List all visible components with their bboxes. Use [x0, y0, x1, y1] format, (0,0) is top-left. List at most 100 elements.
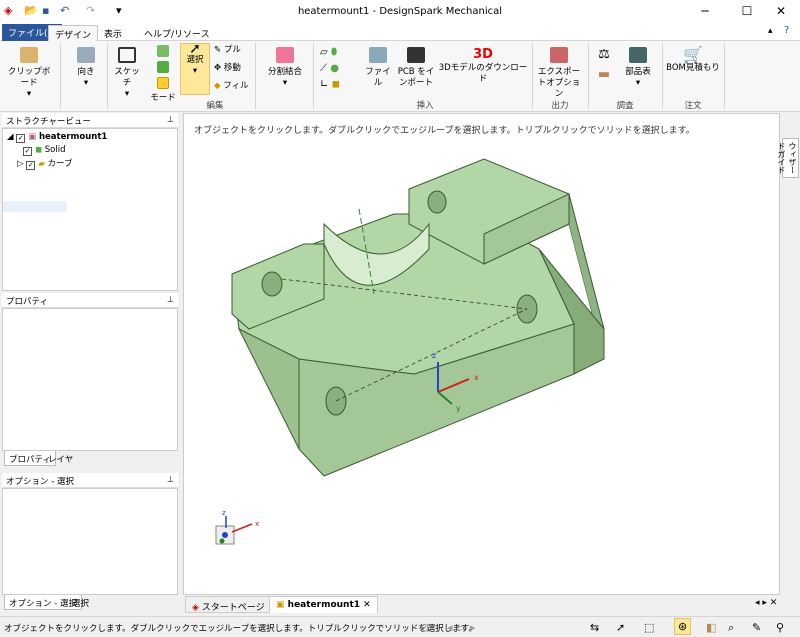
pcb-import-button[interactable]: PCB をインポート	[396, 47, 436, 89]
tree-highlight	[3, 201, 67, 212]
sketch-mode-icon[interactable]	[157, 45, 169, 57]
axis-icon[interactable]: ∟	[320, 79, 328, 90]
wood-icon[interactable]: ▬	[598, 67, 610, 82]
cursor-icon: ➚	[189, 41, 201, 57]
sphere-icon[interactable]: ●	[330, 63, 339, 74]
ribbon: クリップボード ▾ 向き ▾ スケッチ ▾ モード ➚ 選択 ▾ ✎ プル ✥ 移動 ◆…	[0, 41, 800, 112]
tab-view[interactable]: 表示	[98, 25, 128, 41]
tab-design[interactable]: デザイン	[48, 25, 99, 41]
nav-icon[interactable]: ◂ ▭ ▸	[447, 621, 475, 634]
export-options-button[interactable]: エクスポートオプション	[536, 47, 582, 100]
home-icon	[77, 47, 95, 63]
properties-panel	[2, 308, 178, 451]
combine-icon	[276, 47, 294, 63]
download-3d-button[interactable]: 3D 3Dモデルのダウンロード	[438, 47, 528, 85]
fill-icon: ◆	[214, 81, 221, 91]
export-icon	[550, 47, 568, 63]
document-tabs: ◈ スタートページ ▣ heatermount1 ✕ ◂ ▸ ✕	[183, 596, 800, 614]
structure-tree: ◢ ✓ ▣ heatermount1 ✓ ◼ Solid ▷ ✓ ▰ カーブ	[2, 128, 178, 291]
parts-list-button[interactable]: 部品表 ▾	[618, 47, 658, 89]
section-mode-icon[interactable]	[157, 61, 169, 73]
3d-logo-icon: 3D	[473, 47, 493, 62]
structure-title: ストラクチャービュー	[6, 117, 91, 127]
maximize-button[interactable]: ☐	[732, 4, 762, 18]
measure-status-icon[interactable]: ⚲	[776, 621, 784, 634]
pin-icon[interactable]: ⊥	[167, 115, 174, 124]
tab-start-page[interactable]: ◈ スタートページ	[185, 596, 272, 613]
tab-select[interactable]: 選択	[68, 595, 93, 610]
export-label: エクスポートオプション	[537, 67, 581, 99]
properties-panel-header: プロパティ ⊥	[2, 293, 178, 308]
close-button[interactable]: ✕	[766, 4, 796, 18]
minimize-button[interactable]: ─	[690, 4, 720, 18]
pin-icon[interactable]: ⊥	[167, 295, 174, 304]
box-select-icon[interactable]: ⬚	[644, 621, 654, 634]
options-title: オプション - 選択	[6, 477, 74, 487]
combine-label: 分割結合	[267, 67, 302, 77]
download-3d-label: 3Dモデルのダウンロード	[438, 63, 528, 84]
pcb-import-label: PCB をインポート	[397, 67, 435, 88]
hole[interactable]	[261, 271, 283, 297]
title-bar: ◈ 📂 ▪ ↶ ↷ ▾ heatermount1 - DesignSpark M…	[0, 0, 800, 24]
stop-icon[interactable]: ⊘	[420, 621, 429, 634]
orient-button[interactable]: 向き ▾	[68, 47, 104, 89]
mini-z-label: z	[222, 509, 226, 517]
tree-item-root[interactable]: ◢ ✓ ▣ heatermount1	[7, 132, 107, 143]
close-tab-icon[interactable]: ✕	[363, 600, 371, 610]
measure-icon[interactable]: ⚖	[598, 47, 610, 62]
tab-nav-icon[interactable]: ◂ ▸ ✕	[755, 598, 777, 608]
hole[interactable]	[427, 190, 447, 214]
pin-icon[interactable]: ⊥	[167, 475, 174, 484]
shapes-group: ▱ ⬮ ⟋ ● ∟ ◼	[320, 45, 360, 93]
pen-icon[interactable]: ✎	[752, 621, 761, 634]
tree-item-curves[interactable]: ▷ ✓ ▰ カーブ	[17, 157, 73, 170]
output-group-label: 出力	[551, 101, 569, 111]
window-title: heatermount1 - DesignSpark Mechanical	[297, 6, 503, 17]
move-button[interactable]: ✥ 移動	[214, 63, 241, 74]
tab-heatermount1[interactable]: ▣ heatermount1 ✕	[269, 596, 378, 613]
tree-item-solid[interactable]: ✓ ◼ Solid	[23, 145, 65, 156]
sketch-icon	[118, 47, 136, 63]
bom-quote-button[interactable]: 🛒 BOM見積もり	[666, 47, 720, 74]
file-insert-button[interactable]: ファイル	[364, 47, 392, 89]
select-mode-icon[interactable]: ➚	[616, 621, 625, 634]
select-label: 選択	[186, 55, 204, 65]
ribbon-collapse-icon[interactable]: ▴	[768, 26, 773, 36]
fill-button[interactable]: ◆ フィル	[214, 81, 249, 92]
cylinder-icon[interactable]: ⬮	[331, 47, 337, 58]
clipboard-label: クリップボード	[7, 67, 51, 88]
right-sidebar: ウィザードガイド	[777, 113, 800, 595]
mode-label: モード	[150, 93, 176, 103]
plane-icon[interactable]: ▱	[320, 47, 328, 58]
pcb-icon	[407, 47, 425, 63]
insert-group-label: 挿入	[416, 101, 434, 111]
tools-icon[interactable]: ⇆	[590, 621, 599, 634]
structure-panel-header: ストラクチャービュー ⊥	[2, 113, 178, 128]
sketch-button[interactable]: スケッチ ▾	[112, 47, 142, 100]
edit-group-label: 編集	[206, 101, 224, 111]
tab-layers[interactable]: レイヤ	[44, 451, 77, 466]
mode-group: モード	[150, 45, 176, 104]
combine-button[interactable]: 分割結合 ▾	[260, 47, 310, 89]
status-message: オブジェクトをクリックします。ダブルクリックでエッジループを選択します。トリプル…	[4, 624, 477, 634]
tab-help[interactable]: ヘルプ/リソース	[138, 25, 216, 41]
measure-group: ⚖ ▬	[592, 45, 616, 85]
pull-icon: ✎	[214, 45, 222, 55]
material-icon[interactable]: ◧	[706, 621, 716, 634]
orient-label: 向き	[77, 67, 95, 77]
wizard-guide-tab[interactable]: ウィザードガイド	[777, 138, 799, 178]
pull-button[interactable]: ✎ プル	[214, 45, 241, 56]
box-icon[interactable]: ◼	[332, 79, 340, 90]
spin-icon[interactable]: ⊛	[674, 618, 692, 635]
cart-icon: 🛒	[683, 45, 703, 64]
clipboard-button[interactable]: クリップボード ▾	[6, 47, 52, 100]
3d-viewport[interactable]: オブジェクトをクリックします。ダブルクリックでエッジループを選択します。トリプル…	[183, 113, 780, 595]
zoom-icon[interactable]: ⌕	[728, 621, 734, 635]
select-button[interactable]: ➚ 選択 ▾	[180, 41, 210, 95]
order-group-label: 注文	[684, 101, 702, 111]
line-icon[interactable]: ⟋	[320, 63, 327, 74]
help-icon[interactable]: ?	[784, 25, 789, 36]
model-canvas[interactable]: z x y z x	[184, 114, 779, 594]
parts-list-label: 部品表	[625, 67, 651, 77]
3d-mode-icon[interactable]	[157, 77, 169, 89]
